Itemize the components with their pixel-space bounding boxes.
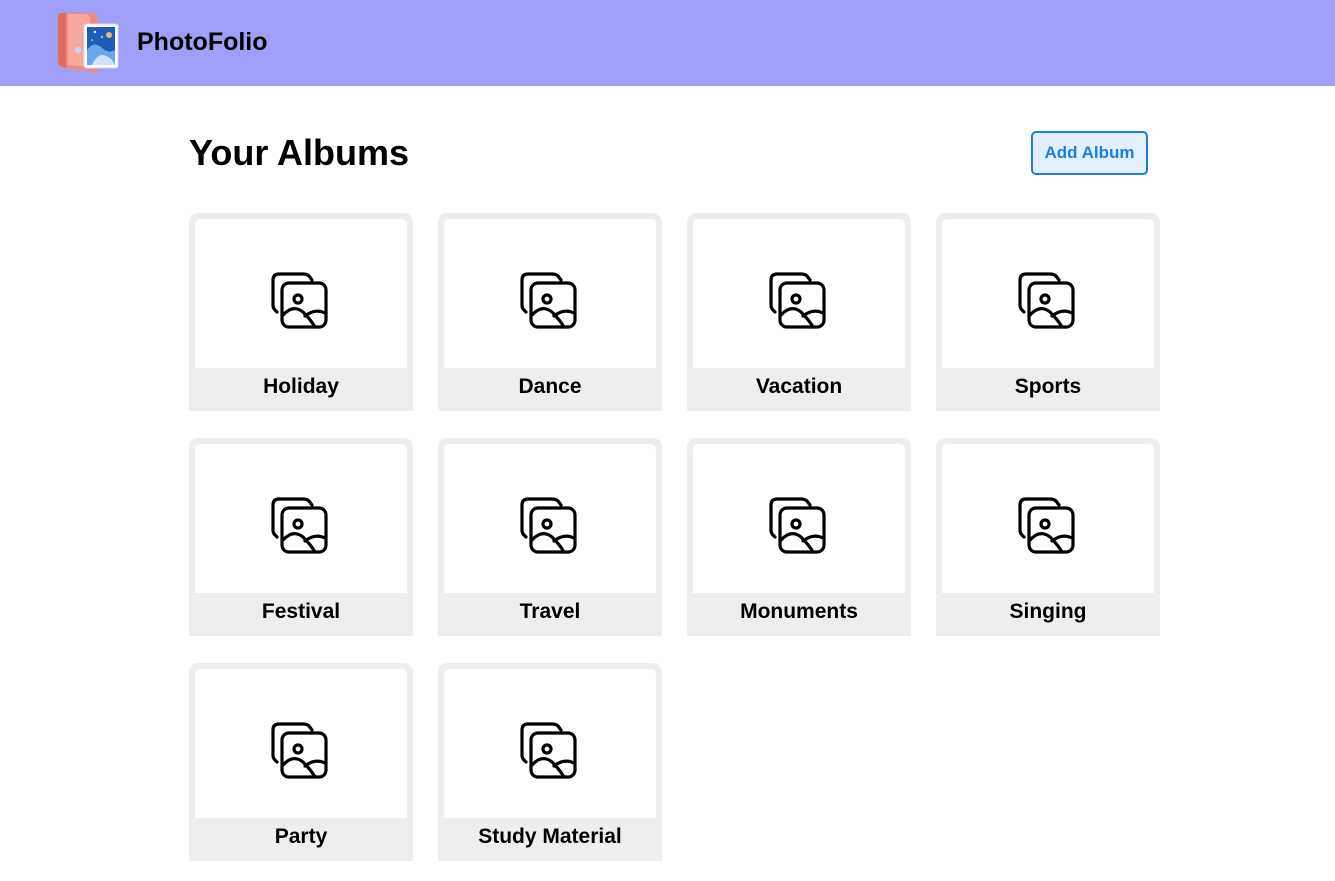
album-thumbnail bbox=[444, 444, 656, 593]
album-card-travel[interactable]: Travel bbox=[438, 438, 662, 636]
images-icon bbox=[1018, 496, 1075, 554]
album-card-party[interactable]: Party bbox=[189, 663, 413, 861]
album-thumbnail bbox=[195, 444, 407, 593]
album-thumbnail bbox=[942, 444, 1154, 593]
album-thumbnail bbox=[693, 444, 905, 593]
album-name: Dance bbox=[518, 375, 582, 398]
album-name: Party bbox=[274, 825, 328, 848]
images-icon bbox=[271, 721, 328, 779]
album-name: Holiday bbox=[263, 375, 339, 398]
album-grid: Holiday Dance Vacation Sports Festival T… bbox=[189, 213, 1161, 861]
add-album-button[interactable]: Add Album bbox=[1031, 131, 1148, 175]
albums-header: Your Albums Add Album bbox=[189, 126, 1149, 182]
album-thumbnail bbox=[444, 669, 656, 818]
album-card-vacation[interactable]: Vacation bbox=[687, 213, 911, 411]
navbar: PhotoFolio bbox=[0, 0, 1335, 86]
album-name: Monuments bbox=[740, 600, 858, 623]
brand-link[interactable]: PhotoFolio bbox=[54, 10, 268, 74]
images-icon bbox=[769, 496, 826, 554]
photo-album-logo-icon bbox=[58, 13, 119, 73]
album-name: Study Material bbox=[478, 825, 622, 848]
app-name: PhotoFolio bbox=[137, 27, 268, 56]
images-icon bbox=[769, 271, 826, 329]
album-name: Travel bbox=[519, 600, 581, 623]
images-icon bbox=[271, 271, 328, 329]
images-icon bbox=[520, 271, 577, 329]
album-card-festival[interactable]: Festival bbox=[189, 438, 413, 636]
album-thumbnail bbox=[195, 219, 407, 368]
album-card-holiday[interactable]: Holiday bbox=[189, 213, 413, 411]
album-name: Vacation bbox=[755, 375, 843, 398]
album-card-sports[interactable]: Sports bbox=[936, 213, 1160, 411]
album-name: Festival bbox=[261, 600, 341, 623]
album-card-study-material[interactable]: Study Material bbox=[438, 663, 662, 861]
album-thumbnail bbox=[444, 219, 656, 368]
images-icon bbox=[271, 496, 328, 554]
images-icon bbox=[520, 721, 577, 779]
album-card-monuments[interactable]: Monuments bbox=[687, 438, 911, 636]
album-thumbnail bbox=[195, 669, 407, 818]
album-card-singing[interactable]: Singing bbox=[936, 438, 1160, 636]
album-name: Sports bbox=[1014, 375, 1082, 398]
album-name: Singing bbox=[1009, 600, 1087, 623]
album-card-dance[interactable]: Dance bbox=[438, 213, 662, 411]
album-thumbnail bbox=[693, 219, 905, 368]
page-title: Your Albums bbox=[189, 132, 410, 173]
images-icon bbox=[520, 496, 577, 554]
images-icon bbox=[1018, 271, 1075, 329]
album-thumbnail bbox=[942, 219, 1154, 368]
